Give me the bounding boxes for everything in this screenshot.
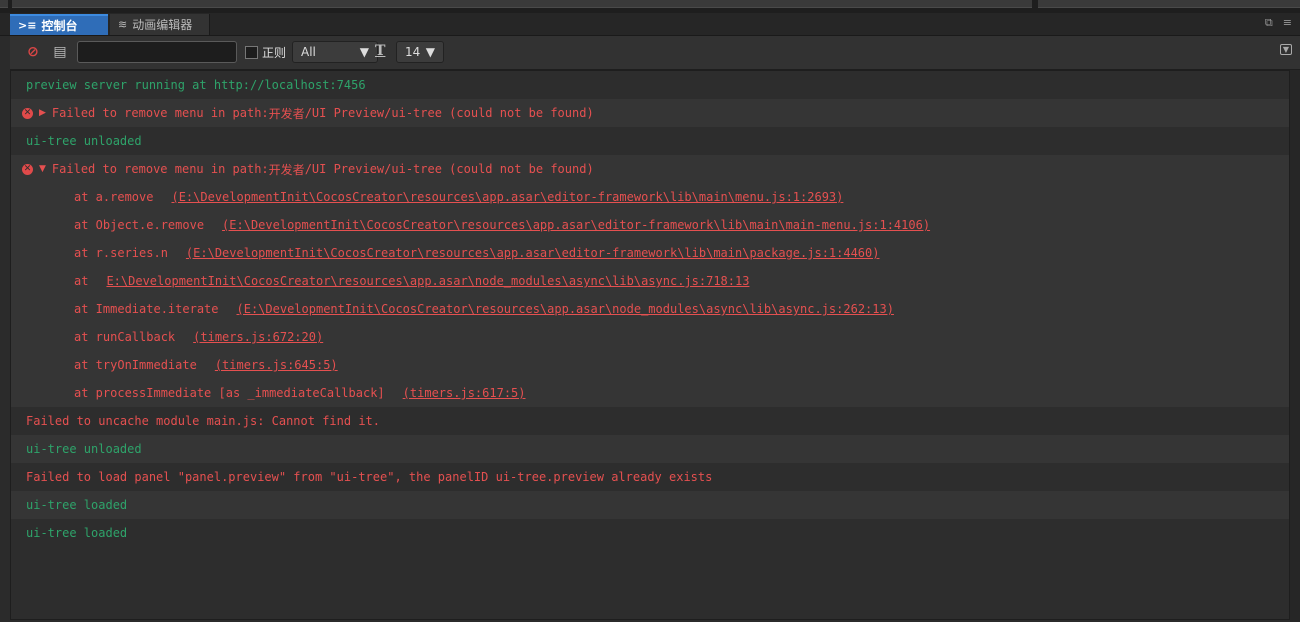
log-text: ui-tree unloaded (26, 442, 142, 456)
stack-location-link[interactable]: (timers.js:617:5) (403, 386, 526, 400)
stack-fn: at r.series.n (74, 246, 168, 260)
regex-label: 正则 (262, 46, 287, 60)
animation-icon: ≋ (118, 18, 128, 31)
log-text: ui-tree loaded (26, 526, 128, 540)
stack-fn: at Immediate.iterate (74, 302, 219, 316)
stack-frame: at tryOnImmediate (timers.js:645:5) (11, 351, 1289, 379)
stack-frame: at Immediate.iterate (E:\DevelopmentInit… (11, 295, 1289, 323)
chevron-down-icon: ▼ (425, 45, 435, 59)
tab-animation-editor[interactable]: ≋ 动画编辑器 (110, 14, 210, 35)
panel-tabbar: >≡ 控制台 ≋ 动画编辑器 (0, 13, 1300, 36)
log-entry: Failed to uncache module main.js: Cannot… (11, 407, 1289, 435)
font-size-icon: T (375, 43, 386, 59)
stack-location-link[interactable]: (timers.js:672:20) (193, 330, 323, 344)
log-entry: Failed to load panel "panel.preview" fro… (11, 463, 1289, 491)
log-entry: ui-tree unloaded (11, 127, 1289, 155)
console-icon: >≡ (18, 19, 37, 32)
stack-location-link[interactable]: (E:\DevelopmentInit\CocosCreator\resourc… (171, 190, 843, 204)
log-text: /UI Preview/ui-tree (could not be found) (304, 162, 594, 176)
log-text: Failed to load panel "panel.preview" fro… (26, 470, 713, 484)
stack-location-link[interactable]: (timers.js:645:5) (215, 358, 338, 372)
collapse-log-icon[interactable]: ▤ (52, 44, 68, 60)
stack-fn: at Object.e.remove (74, 218, 205, 232)
log-text: Failed to remove menu in path: (51, 162, 269, 176)
top-panel-segment (0, 0, 8, 8)
log-entry-header[interactable]: ✕ ▼ Failed to remove menu in path: 开发者/U… (11, 155, 1289, 183)
stack-location-link[interactable]: (E:\DevelopmentInit\CocosCreator\resourc… (237, 302, 894, 316)
log-level-select[interactable]: All ▼ (292, 41, 378, 63)
panel-menu-icon[interactable]: ≡ (1283, 16, 1292, 30)
stack-fn: at processImmediate [as _immediateCallba… (74, 386, 385, 400)
stack-frame: at processImmediate [as _immediateCallba… (11, 379, 1289, 407)
panel-tools: ⧉ ≡ (1265, 16, 1292, 30)
error-icon: ✕ (22, 163, 33, 175)
expand-caret-icon[interactable]: ▶ (39, 108, 46, 118)
log-entry: preview server running at http://localho… (11, 71, 1289, 99)
stack-fn: at (74, 274, 89, 288)
regex-checkbox[interactable] (245, 46, 258, 59)
stack-fn: at runCallback (74, 330, 176, 344)
console-menu-icon[interactable]: ▼ (1280, 44, 1292, 55)
top-panel-segment (1038, 0, 1300, 8)
log-entry-collapsed[interactable]: ✕ ▶ Failed to remove menu in path: 开发者/U… (11, 99, 1289, 127)
stack-fn: at a.remove (74, 190, 154, 204)
log-text: Failed to remove menu in path: (51, 106, 269, 120)
stack-location-link[interactable]: (E:\DevelopmentInit\CocosCreator\resourc… (186, 246, 880, 260)
popout-icon[interactable]: ⧉ (1265, 16, 1273, 30)
stack-frame: at E:\DevelopmentInit\CocosCreator\resou… (11, 267, 1289, 295)
error-icon: ✕ (22, 107, 33, 119)
stack-location-link[interactable]: E:\DevelopmentInit\CocosCreator\resource… (106, 274, 749, 288)
console-toolbar: ⊘ ▤ 正则 All ▼ T 14 ▼ ▼ (10, 36, 1300, 70)
chevron-down-icon: ▼ (359, 45, 369, 59)
collapse-caret-icon[interactable]: ▼ (39, 164, 46, 174)
stack-fn: at tryOnImmediate (74, 358, 197, 372)
log-text: preview server running at http://localho… (26, 78, 366, 92)
top-panel-segment (12, 0, 1032, 8)
stack-frame: at Object.e.remove (E:\DevelopmentInit\C… (11, 211, 1289, 239)
log-level-value: All (301, 45, 316, 59)
log-entry: ui-tree unloaded (11, 435, 1289, 463)
top-panel-edge (0, 0, 1300, 13)
tab-label: 动画编辑器 (132, 18, 193, 32)
log-text: /UI Preview/ui-tree (could not be found) (304, 106, 594, 120)
stack-frame: at runCallback (timers.js:672:20) (11, 323, 1289, 351)
clear-console-icon[interactable]: ⊘ (25, 44, 41, 60)
font-size-value: 14 (405, 45, 421, 59)
filter-input[interactable] (77, 41, 237, 63)
font-size-select[interactable]: 14 ▼ (396, 41, 444, 63)
tab-console[interactable]: >≡ 控制台 (10, 14, 108, 35)
console-log-list: preview server running at http://localho… (10, 70, 1290, 620)
log-entry-expanded: ✕ ▼ Failed to remove menu in path: 开发者/U… (11, 155, 1289, 407)
console-scrollbar[interactable] (1290, 70, 1300, 622)
log-text: Failed to uncache module main.js: Cannot… (26, 414, 381, 428)
stack-frame: at a.remove (E:\DevelopmentInit\CocosCre… (11, 183, 1289, 211)
log-entry: ui-tree loaded (11, 519, 1289, 547)
log-text: ui-tree unloaded (26, 134, 142, 148)
stack-location-link[interactable]: (E:\DevelopmentInit\CocosCreator\resourc… (222, 218, 930, 232)
log-text: ui-tree loaded (26, 498, 128, 512)
log-text-cjk: 开发者 (268, 162, 305, 177)
tab-label: 控制台 (41, 19, 78, 33)
log-text-cjk: 开发者 (268, 106, 305, 121)
log-entry: ui-tree loaded (11, 491, 1289, 519)
stack-frame: at r.series.n (E:\DevelopmentInit\CocosC… (11, 239, 1289, 267)
